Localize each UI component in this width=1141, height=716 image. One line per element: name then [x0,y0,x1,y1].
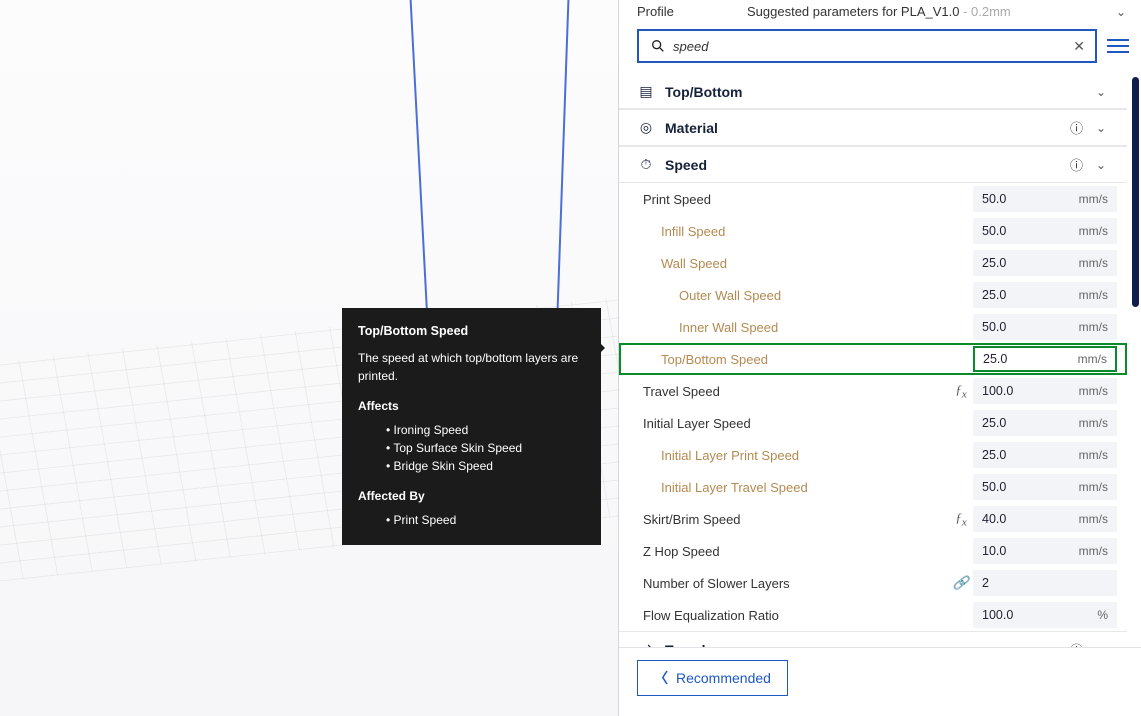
value-input[interactable]: 25.0mm/s [973,410,1117,436]
hamburger-menu-icon[interactable] [1107,39,1129,53]
value-input[interactable]: 40.0mm/s [973,506,1117,532]
chevron-down-icon: ⌄ [1093,85,1109,99]
setting-travel-speed[interactable]: Travel Speed ƒx 100.0mm/s [619,375,1127,407]
value-input[interactable]: 10.0mm/s [973,538,1117,564]
value-input[interactable]: 50.0mm/s [973,314,1117,340]
fx-icon[interactable]: ƒx [949,382,973,401]
model-edge [556,0,570,330]
profile-selector[interactable]: Profile Suggested parameters for PLA_V1.… [619,0,1141,29]
search-icon [649,38,667,54]
section-material[interactable]: ◎ Material ⓘ ⌄ [619,109,1127,146]
setting-outer-wall-speed[interactable]: Outer Wall Speed 25.0mm/s [619,279,1127,311]
info-icon[interactable]: ⓘ [1070,640,1083,647]
setting-tooltip: Top/Bottom Speed The speed at which top/… [342,308,601,545]
value-input[interactable]: 50.0mm/s [973,186,1117,212]
search-box[interactable]: ✕ [637,29,1097,63]
setting-z-hop-speed[interactable]: Z Hop Speed 10.0mm/s [619,535,1127,567]
value-input[interactable]: 100.0mm/s [973,378,1117,404]
setting-initial-layer-travel-speed[interactable]: Initial Layer Travel Speed 50.0mm/s [619,471,1127,503]
chevron-left-icon: 〈 [654,668,668,688]
value-input[interactable]: 25.0mm/s [973,442,1117,468]
section-top-bottom[interactable]: ▤ Top/Bottom ⌄ [619,75,1127,109]
viewport-3d[interactable]: Top/Bottom Speed The speed at which top/… [0,0,618,716]
setting-infill-speed[interactable]: Infill Speed 50.0mm/s [619,215,1127,247]
setting-initial-layer-speed[interactable]: Initial Layer Speed 25.0mm/s [619,407,1127,439]
chevron-down-icon: ⌄ [1111,5,1131,19]
material-icon: ◎ [637,119,655,136]
section-travel[interactable]: ⇄ Travel ⓘ ⌄ [619,631,1127,647]
fx-icon[interactable]: ƒx [949,510,973,529]
tooltip-affects-item: Bridge Skin Speed [386,457,585,475]
top-bottom-icon: ▤ [637,83,655,100]
value-input[interactable]: 100.0% [973,602,1117,628]
search-input[interactable] [667,39,1073,54]
value-input[interactable]: 50.0mm/s [973,474,1117,500]
scrollbar-thumb[interactable] [1132,77,1139,307]
chevron-down-icon: ⌄ [1093,643,1109,648]
tooltip-title: Top/Bottom Speed [358,322,585,341]
setting-inner-wall-speed[interactable]: Inner Wall Speed 50.0mm/s [619,311,1127,343]
value-input[interactable]: 25.0mm/s [973,282,1117,308]
value-input[interactable]: 50.0mm/s [973,218,1117,244]
travel-icon: ⇄ [637,641,655,647]
info-icon[interactable]: ⓘ [1070,155,1083,174]
tooltip-description: The speed at which top/bottom layers are… [358,349,585,385]
settings-list[interactable]: ▤ Top/Bottom ⌄ ◎ Material ⓘ ⌄ ⏱ Speed ⓘ … [619,75,1127,647]
setting-wall-speed[interactable]: Wall Speed 25.0mm/s [619,247,1127,279]
value-input[interactable]: 25.0mm/s [973,250,1117,276]
chevron-down-icon: ⌄ [1093,158,1109,172]
setting-initial-layer-print-speed[interactable]: Initial Layer Print Speed 25.0mm/s [619,439,1127,471]
speed-icon: ⏱ [637,156,655,173]
profile-value: Suggested parameters for PLA_V1.0 - 0.2m… [747,4,1111,19]
link-icon[interactable]: 🔗 [949,575,973,591]
recommended-button[interactable]: 〈 Recommended [637,660,788,696]
tooltip-affects-item: Top Surface Skin Speed [386,439,585,457]
setting-print-speed[interactable]: Print Speed 50.0mm/s [619,183,1127,215]
chevron-down-icon: ⌄ [1093,121,1109,135]
setting-flow-equalization-ratio[interactable]: Flow Equalization Ratio 100.0% [619,599,1127,631]
value-input[interactable]: 25.0mm/s [973,346,1117,372]
setting-skirt-brim-speed[interactable]: Skirt/Brim Speed ƒx 40.0mm/s [619,503,1127,535]
info-icon[interactable]: ⓘ [1070,118,1083,137]
profile-label: Profile [637,4,747,19]
model-edge [409,0,430,340]
setting-number-slower-layers[interactable]: Number of Slower Layers 🔗 2 [619,567,1127,599]
setting-top-bottom-speed[interactable]: Top/Bottom Speed 25.0mm/s [619,343,1127,375]
section-speed[interactable]: ⏱ Speed ⓘ ⌄ [619,146,1127,183]
value-input[interactable]: 2 [973,570,1117,596]
tooltip-affects-item: Ironing Speed [386,421,585,439]
panel-footer: 〈 Recommended [619,647,1141,716]
tooltip-affects-label: Affects [358,397,585,415]
settings-panel: Profile Suggested parameters for PLA_V1.… [618,0,1141,716]
tooltip-affectedby-item: Print Speed [386,511,585,529]
clear-search-icon[interactable]: ✕ [1073,38,1085,55]
tooltip-affectedby-label: Affected By [358,487,585,505]
